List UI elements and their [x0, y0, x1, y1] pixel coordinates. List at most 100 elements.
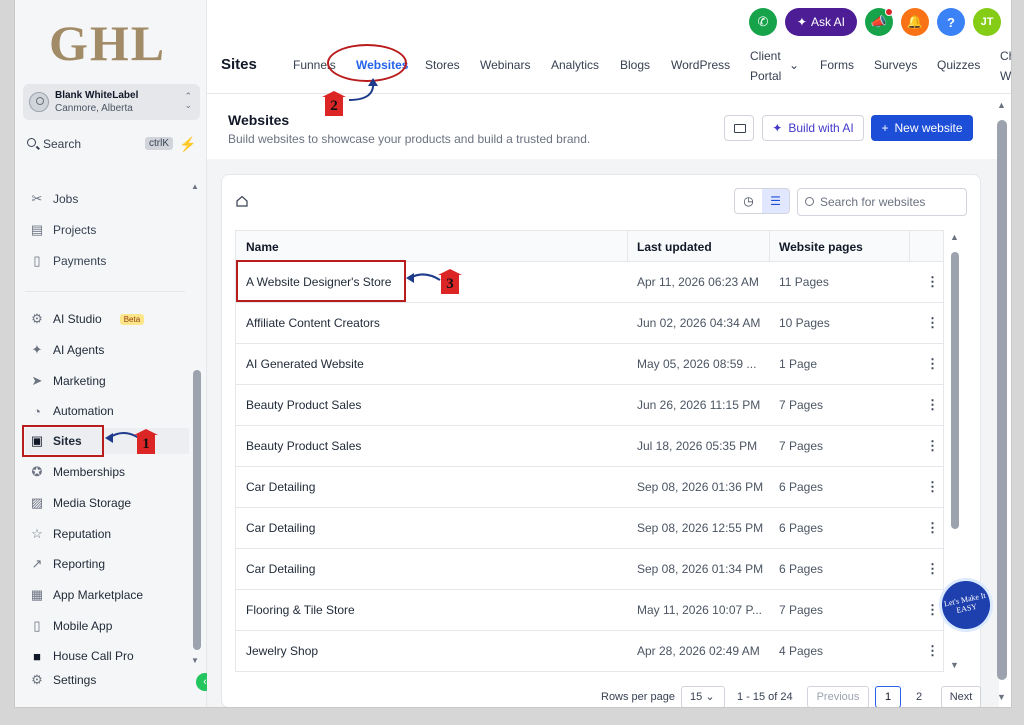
home-icon[interactable] [236, 195, 248, 207]
table-row[interactable]: Beauty Product Sales Jun 26, 2026 11:15 … [235, 385, 944, 426]
more-options-icon[interactable]: ⋮ [926, 274, 939, 290]
sidebar-scrollbar[interactable] [193, 370, 201, 650]
page-1-button[interactable]: 1 [875, 686, 901, 707]
sidebar-search[interactable]: Search ctrlK [23, 134, 173, 156]
sidebar-item-house-call-pro[interactable]: ■ House Call Pro [25, 643, 189, 669]
website-name[interactable]: Jewelry Shop [246, 644, 318, 658]
quick-actions-bolt-icon[interactable]: ⚡ [179, 136, 196, 153]
main-scroll-down[interactable]: ▼ [997, 692, 1006, 702]
page-count: 4 Pages [779, 644, 824, 658]
tab-webinars[interactable]: Webinars [480, 58, 530, 72]
sidebar-item-mobile-app[interactable]: ▯ Mobile App [25, 613, 189, 639]
previous-page-button[interactable]: Previous [807, 686, 869, 707]
clock-icon[interactable]: ◷ [735, 189, 762, 213]
sidebar-item-memberships[interactable]: ✪ Memberships [25, 459, 189, 485]
new-website-button[interactable]: + New website [871, 115, 973, 141]
page-2-button[interactable]: 2 [906, 686, 932, 707]
sidebar: GHL Blank WhiteLabel Canmore, Alberta ⌃ ⌄… [15, 0, 214, 707]
column-name[interactable]: Name [246, 240, 279, 254]
sidebar-item-marketing[interactable]: ➤ Marketing [25, 368, 189, 394]
new-folder-button[interactable] [724, 115, 754, 141]
table-row[interactable]: Jewelry Shop Apr 28, 2026 02:49 AM 4 Pag… [235, 631, 944, 672]
website-name[interactable]: Beauty Product Sales [246, 439, 361, 453]
tab-analytics[interactable]: Analytics [551, 58, 599, 72]
sidebar-item-media-storage[interactable]: ▨ Media Storage [25, 490, 189, 516]
more-options-icon[interactable]: ⋮ [926, 602, 939, 618]
website-name[interactable]: Beauty Product Sales [246, 398, 361, 412]
table-scroll-up[interactable]: ▲ [950, 232, 959, 242]
help-icon[interactable]: ? [937, 8, 965, 36]
tab-client-portal[interactable]: Client Portal [750, 46, 781, 86]
build-with-ai-button[interactable]: ✦ Build with AI [762, 115, 864, 141]
tab-blogs[interactable]: Blogs [620, 58, 650, 72]
table-scrollbar[interactable] [951, 252, 959, 529]
more-options-icon[interactable]: ⋮ [926, 315, 939, 331]
more-options-icon[interactable]: ⋮ [926, 356, 939, 372]
table-row[interactable]: Car Detailing Sep 08, 2026 01:34 PM 6 Pa… [235, 549, 944, 590]
phone-call-icon[interactable]: ✆ [748, 8, 777, 36]
column-last-updated[interactable]: Last updated [637, 240, 712, 254]
main-scrollbar[interactable] [997, 120, 1007, 680]
main-scroll-up[interactable]: ▲ [997, 100, 1006, 110]
brand-logo[interactable]: GHL [49, 14, 166, 72]
more-options-icon[interactable]: ⋮ [926, 520, 939, 536]
tab-wordpress[interactable]: WordPress [671, 58, 730, 72]
column-divider [627, 231, 628, 263]
next-page-button[interactable]: Next [941, 686, 981, 707]
table-row[interactable]: Flooring & Tile Store May 11, 2026 10:07… [235, 590, 944, 631]
tab-widget-line: Widg [1000, 69, 1012, 83]
bell-icon[interactable]: 🔔 [901, 8, 929, 36]
sidebar-item-automation[interactable]: ◔ Automation [25, 398, 189, 424]
account-switcher[interactable]: Blank WhiteLabel Canmore, Alberta ⌃ ⌄ [23, 84, 200, 120]
annotation-arrow-3 [406, 273, 441, 283]
more-options-icon[interactable]: ⋮ [926, 643, 939, 659]
table-row[interactable]: Affiliate Content Creators Jun 02, 2026 … [235, 303, 944, 344]
sidebar-item-ai-studio[interactable]: ⚙ AI Studio Beta [25, 306, 189, 332]
tab-surveys[interactable]: Surveys [874, 58, 917, 72]
rows-per-page-select[interactable]: 15 ⌄ [681, 686, 725, 707]
sidebar-scroll-up[interactable]: ▲ [191, 182, 199, 191]
megaphone-icon[interactable]: 📣 [865, 8, 893, 36]
sidebar-item-app-marketplace[interactable]: ▦ App Marketplace [25, 582, 189, 608]
website-search-input[interactable] [820, 195, 960, 209]
beta-badge: Beta [119, 313, 145, 325]
table-row[interactable]: AI Generated Website May 05, 2026 08:59 … [235, 344, 944, 385]
table-row[interactable]: Car Detailing Sep 08, 2026 12:55 PM 6 Pa… [235, 508, 944, 549]
tab-stores[interactable]: Stores [425, 58, 460, 72]
grid-icon: ▦ [30, 587, 44, 602]
chevron-down-icon[interactable]: ⌄ [789, 58, 799, 72]
sidebar-item-payments[interactable]: ▯ Payments [25, 248, 189, 274]
website-name[interactable]: Car Detailing [246, 480, 315, 494]
page-range: 1 - 15 of 24 [737, 691, 793, 703]
ask-ai-button[interactable]: ✦ Ask AI [784, 8, 857, 36]
more-options-icon[interactable]: ⋮ [926, 438, 939, 454]
tab-quizzes[interactable]: Quizzes [937, 58, 980, 72]
table-row[interactable]: Beauty Product Sales Jul 18, 2026 05:35 … [235, 426, 944, 467]
sidebar-scroll-down[interactable]: ▼ [191, 656, 199, 665]
sidebar-item-reputation[interactable]: ☆ Reputation [25, 521, 189, 547]
website-name[interactable]: Affiliate Content Creators [246, 316, 380, 330]
sidebar-item-settings[interactable]: ⚙ Settings [25, 667, 189, 693]
sidebar-item-ai-agents[interactable]: ✦ AI Agents [25, 337, 189, 363]
website-name[interactable]: AI Generated Website [246, 357, 364, 371]
user-avatar[interactable]: JT [973, 8, 1001, 36]
list-view-icon[interactable]: ☰ [762, 189, 789, 213]
column-website-pages[interactable]: Website pages [779, 240, 863, 254]
last-updated: Jul 18, 2026 05:35 PM [637, 439, 758, 453]
sidebar-item-label: Jobs [53, 192, 79, 206]
more-options-icon[interactable]: ⋮ [926, 397, 939, 413]
page-count: 1 Page [779, 357, 818, 371]
sidebar-item-projects[interactable]: ▤ Projects [25, 217, 189, 243]
tab-forms[interactable]: Forms [820, 58, 854, 72]
more-options-icon[interactable]: ⋮ [926, 561, 939, 577]
sidebar-item-reporting[interactable]: ↗ Reporting [25, 551, 189, 577]
more-options-icon[interactable]: ⋮ [926, 479, 939, 495]
sidebar-item-jobs[interactable]: ✂ Jobs [25, 186, 189, 212]
website-name[interactable]: Car Detailing [246, 562, 315, 576]
website-name[interactable]: Flooring & Tile Store [246, 603, 355, 617]
website-name[interactable]: Car Detailing [246, 521, 315, 535]
table-scroll-down[interactable]: ▼ [950, 660, 959, 670]
page-title: Websites [228, 112, 290, 128]
tab-chat-widget[interactable]: Chat Widg [1000, 46, 1012, 86]
table-row[interactable]: Car Detailing Sep 08, 2026 01:36 PM 6 Pa… [235, 467, 944, 508]
